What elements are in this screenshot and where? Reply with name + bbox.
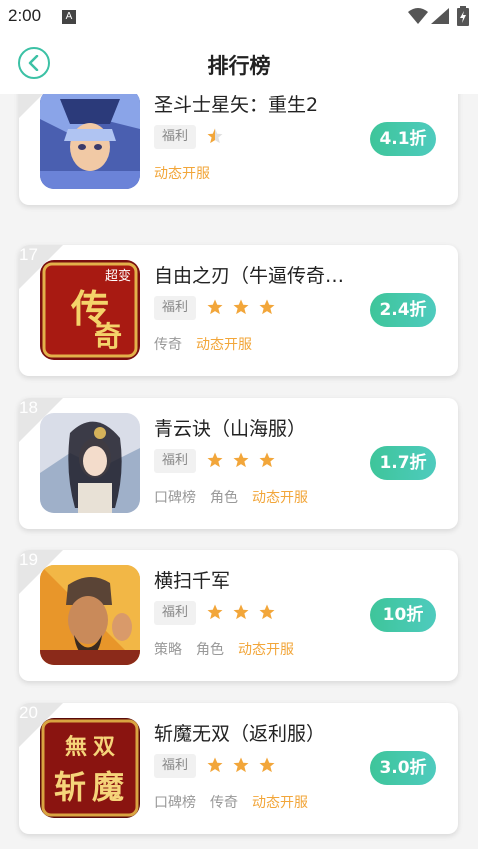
game-card[interactable]: 18 青云诀（山海服） 福利 口碑榜 角色 动态开服 1.7折 — [19, 398, 458, 529]
star-icon — [207, 604, 223, 620]
rating-stars — [206, 603, 279, 623]
meta-tag: 角色 — [210, 490, 238, 506]
meta-tag: 传奇 — [210, 795, 238, 811]
discount-button[interactable]: 1.7折 — [370, 446, 436, 480]
meta-tag: 角色 — [196, 642, 224, 658]
page-header: 排行榜 — [0, 32, 478, 94]
game-title[interactable]: 青云诀（山海服） — [154, 414, 369, 441]
discount-button[interactable]: 3.0折 — [370, 751, 436, 785]
welfare-tag: 福利 — [154, 754, 197, 778]
battery-icon — [457, 6, 469, 26]
legend-game-icon[interactable]: 传 奇 超变 — [40, 260, 140, 360]
star-icon — [233, 757, 249, 773]
rating-stars — [206, 451, 279, 471]
welfare-tag: 福利 — [154, 449, 197, 473]
meta-tag: 动态开服 — [238, 642, 294, 658]
star-icon — [259, 604, 275, 620]
meta-tag: 动态开服 — [196, 337, 252, 353]
icon-text: 無 — [65, 734, 87, 760]
hengsao-game-icon[interactable] — [40, 565, 140, 665]
discount-button[interactable]: 4.1折 — [370, 122, 436, 156]
icon-text: 超变 — [105, 268, 131, 284]
half-star-icon — [207, 128, 223, 144]
status-bar: 2:00 A — [0, 0, 478, 32]
rating-stars — [206, 756, 279, 776]
meta-tag: 动态开服 — [154, 166, 210, 182]
meta-tag: 动态开服 — [252, 795, 308, 811]
game-title[interactable]: 自由之刃（牛逼传奇… — [154, 261, 369, 288]
game-meta: 传奇 动态开服 — [154, 334, 266, 354]
icon-text: 奇 — [94, 320, 122, 353]
discount-button[interactable]: 10折 — [370, 598, 436, 632]
page-title: 排行榜 — [207, 54, 271, 78]
star-icon — [233, 299, 249, 315]
game-title[interactable]: 斩魔无双（返利服） — [154, 719, 369, 746]
saint-seiya-game-icon[interactable] — [40, 94, 140, 189]
star-icon — [259, 452, 275, 468]
notification-a-icon: A — [62, 10, 76, 24]
game-meta: 动态开服 — [154, 163, 224, 183]
star-icon — [207, 299, 223, 315]
welfare-tag: 福利 — [154, 601, 197, 625]
meta-tag: 策略 — [154, 642, 182, 658]
meta-tag: 口碑榜 — [154, 795, 196, 811]
game-title[interactable]: 圣斗士星矢：重生2 — [154, 94, 369, 117]
game-meta: 策略 角色 动态开服 — [154, 639, 308, 659]
game-meta: 口碑榜 传奇 动态开服 — [154, 792, 322, 812]
welfare-tag: 福利 — [154, 125, 197, 149]
game-meta: 口碑榜 角色 动态开服 — [154, 487, 322, 507]
star-icon — [207, 452, 223, 468]
game-title[interactable]: 横扫千军 — [154, 566, 369, 593]
star-icon — [233, 452, 249, 468]
icon-text: 双 — [93, 734, 115, 760]
discount-button[interactable]: 2.4折 — [370, 293, 436, 327]
ranking-list[interactable]: 16 圣斗士星矢：重生2 福利 动态开服 4.1折 — [0, 94, 478, 849]
game-card[interactable]: 17 传 奇 超变 自由之刃（牛逼传奇… 福利 传奇 动态开服 2.4折 — [19, 245, 458, 376]
meta-tag: 传奇 — [154, 337, 182, 353]
star-icon — [259, 299, 275, 315]
status-time: 2:00 — [8, 6, 42, 25]
game-card[interactable]: 20 無 双 斩 魔 斩魔无双（返利服） 福利 口碑榜 传奇 动态开服 3.0折 — [19, 703, 458, 834]
signal-icon — [431, 8, 449, 24]
wifi-icon — [408, 8, 428, 24]
qingyun-game-icon[interactable] — [40, 413, 140, 513]
icon-text: 斩 — [54, 768, 86, 806]
rating-stars — [206, 127, 227, 147]
star-icon — [207, 757, 223, 773]
star-icon — [233, 604, 249, 620]
meta-tag: 口碑榜 — [154, 490, 196, 506]
meta-tag: 动态开服 — [252, 490, 308, 506]
welfare-tag: 福利 — [154, 296, 197, 320]
star-icon — [259, 757, 275, 773]
zhanmo-game-icon[interactable]: 無 双 斩 魔 — [40, 718, 140, 818]
icon-text: 魔 — [92, 768, 124, 806]
rating-stars — [206, 298, 279, 318]
game-card[interactable]: 16 圣斗士星矢：重生2 福利 动态开服 4.1折 — [19, 94, 458, 205]
game-card[interactable]: 19 横扫千军 福利 策略 角色 动态开服 10折 — [19, 550, 458, 681]
